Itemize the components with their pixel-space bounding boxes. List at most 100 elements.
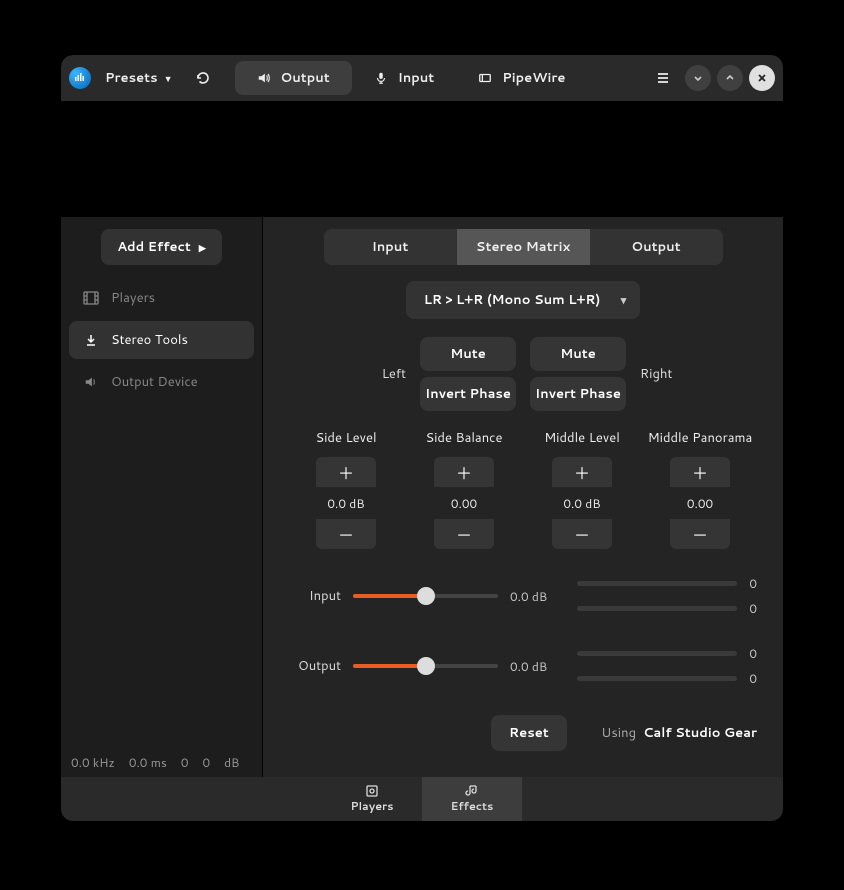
input-slider[interactable] bbox=[353, 586, 498, 606]
header-bar: Presets ▼ Output Input PipeWire bbox=[61, 55, 783, 101]
sidebar-item-label: Players bbox=[111, 289, 155, 307]
param-row: Side Level ＋ 0.0 dB － Side Balance ＋ 0.0… bbox=[281, 429, 765, 549]
using-text: Using Calf Studio Gear bbox=[601, 724, 757, 742]
middle-panorama-value[interactable]: 0.00 bbox=[670, 487, 730, 519]
presets-label: Presets bbox=[105, 69, 158, 87]
reset-button[interactable]: Reset bbox=[491, 715, 567, 751]
middle-level-plus[interactable]: ＋ bbox=[552, 457, 612, 487]
section-tab-stereo-matrix[interactable]: Stereo Matrix bbox=[457, 229, 590, 265]
tab-input[interactable]: Input bbox=[352, 61, 457, 95]
center-tabs: Output Input PipeWire bbox=[235, 61, 588, 95]
sidebar-item-label: Output Device bbox=[111, 373, 198, 391]
middle-panorama-plus[interactable]: ＋ bbox=[670, 457, 730, 487]
mode-dropdown[interactable]: LR > L+R (Mono Sum L+R) bbox=[406, 281, 641, 319]
footer-ms: 0.0 ms bbox=[129, 754, 167, 771]
output-slider[interactable] bbox=[353, 656, 498, 676]
bottom-tab-label: Effects bbox=[451, 798, 494, 814]
refresh-button[interactable] bbox=[187, 62, 219, 94]
close-button[interactable] bbox=[749, 65, 775, 91]
middle-level-value[interactable]: 0.0 dB bbox=[552, 487, 612, 519]
close-icon bbox=[756, 72, 768, 84]
invert-right-button[interactable]: Invert Phase bbox=[530, 377, 626, 411]
tab-pipewire-label: PipeWire bbox=[502, 69, 565, 87]
vendor-name: Calf Studio Gear bbox=[643, 724, 757, 742]
footer-val2: 0 bbox=[202, 754, 210, 771]
sidebar-item-players[interactable]: Players bbox=[69, 279, 254, 317]
speaker-icon bbox=[257, 71, 271, 85]
right-label: Right bbox=[640, 365, 674, 383]
meter-bar bbox=[577, 676, 737, 681]
menu-icon bbox=[655, 70, 671, 86]
speaker-small-icon bbox=[83, 375, 99, 389]
players-icon bbox=[365, 784, 379, 798]
sidebar: Add Effect ▶ Players Stereo Tools bbox=[61, 217, 263, 777]
input-slider-row: Input 0.0 dB 0 0 bbox=[281, 569, 765, 623]
meter-bar bbox=[577, 606, 737, 611]
sidebar-item-label: Stereo Tools bbox=[111, 331, 188, 349]
bottom-tab-players[interactable]: Players bbox=[322, 777, 422, 821]
meter-bar bbox=[577, 651, 737, 656]
minimize-button[interactable] bbox=[685, 65, 711, 91]
side-level-value[interactable]: 0.0 dB bbox=[316, 487, 376, 519]
footer-khz: 0.0 kHz bbox=[71, 754, 115, 771]
footer-db: dB bbox=[224, 754, 239, 771]
content-area: Input Stereo Matrix Output LR > L+R (Mon… bbox=[263, 217, 783, 777]
tab-output[interactable]: Output bbox=[235, 61, 352, 95]
card-icon bbox=[478, 71, 492, 85]
mode-value: LR > L+R (Mono Sum L+R) bbox=[424, 291, 601, 309]
bottom-tab-effects[interactable]: Effects bbox=[422, 777, 522, 821]
input-meters: 0 0 bbox=[577, 575, 757, 617]
presets-button[interactable]: Presets ▼ bbox=[97, 63, 181, 93]
side-balance-value[interactable]: 0.00 bbox=[434, 487, 494, 519]
triangle-right-icon: ▶ bbox=[199, 241, 206, 254]
bottom-tab-label: Players bbox=[351, 798, 394, 814]
param-side-balance: Side Balance ＋ 0.00 － bbox=[409, 429, 519, 549]
section-tab-output[interactable]: Output bbox=[590, 229, 723, 265]
maximize-button[interactable] bbox=[717, 65, 743, 91]
app-window: Presets ▼ Output Input PipeWire bbox=[61, 55, 783, 821]
middle-panorama-minus[interactable]: － bbox=[670, 519, 730, 549]
side-level-plus[interactable]: ＋ bbox=[316, 457, 376, 487]
refresh-icon bbox=[195, 70, 211, 86]
left-label: Left bbox=[372, 365, 406, 383]
param-label: Middle Panorama bbox=[645, 429, 755, 447]
lr-controls: Left Mute Invert Phase Mute Invert Phase… bbox=[281, 337, 765, 411]
film-icon bbox=[83, 291, 99, 305]
side-balance-minus[interactable]: － bbox=[434, 519, 494, 549]
meter-value: 0 bbox=[745, 645, 757, 662]
side-balance-plus[interactable]: ＋ bbox=[434, 457, 494, 487]
input-value: 0.0 dB bbox=[510, 588, 565, 605]
meter-value: 0 bbox=[745, 575, 757, 592]
sidebar-item-stereo-tools[interactable]: Stereo Tools bbox=[69, 321, 254, 359]
output-slider-row: Output 0.0 dB 0 0 bbox=[281, 639, 765, 693]
output-label: Output bbox=[289, 657, 341, 675]
sidebar-footer: 0.0 kHz 0.0 ms 0 0 dB bbox=[61, 746, 262, 777]
middle-level-minus[interactable]: － bbox=[552, 519, 612, 549]
menu-button[interactable] bbox=[647, 62, 679, 94]
bottom-bar: Players Effects bbox=[61, 777, 783, 821]
add-effect-label: Add Effect bbox=[117, 238, 191, 256]
sidebar-item-output-device[interactable]: Output Device bbox=[69, 363, 254, 401]
mic-icon bbox=[374, 71, 388, 85]
mute-left-button[interactable]: Mute bbox=[420, 337, 516, 371]
param-label: Side Balance bbox=[409, 429, 519, 447]
effects-icon bbox=[465, 784, 479, 798]
section-tabs: Input Stereo Matrix Output bbox=[324, 229, 723, 265]
param-middle-level: Middle Level ＋ 0.0 dB － bbox=[527, 429, 637, 549]
section-tab-input[interactable]: Input bbox=[324, 229, 457, 265]
output-meters: 0 0 bbox=[577, 645, 757, 687]
side-level-minus[interactable]: － bbox=[316, 519, 376, 549]
input-label: Input bbox=[289, 587, 341, 605]
download-icon bbox=[83, 333, 99, 347]
dropdown-icon: ▼ bbox=[164, 72, 173, 85]
output-value: 0.0 dB bbox=[510, 658, 565, 675]
param-side-level: Side Level ＋ 0.0 dB － bbox=[291, 429, 401, 549]
tab-pipewire[interactable]: PipeWire bbox=[456, 61, 587, 95]
invert-left-button[interactable]: Invert Phase bbox=[420, 377, 516, 411]
param-middle-panorama: Middle Panorama ＋ 0.00 － bbox=[645, 429, 755, 549]
mute-right-button[interactable]: Mute bbox=[530, 337, 626, 371]
add-effect-button[interactable]: Add Effect ▶ bbox=[101, 229, 222, 265]
tab-output-label: Output bbox=[281, 69, 330, 87]
param-label: Side Level bbox=[291, 429, 401, 447]
footer-val1: 0 bbox=[181, 754, 189, 771]
